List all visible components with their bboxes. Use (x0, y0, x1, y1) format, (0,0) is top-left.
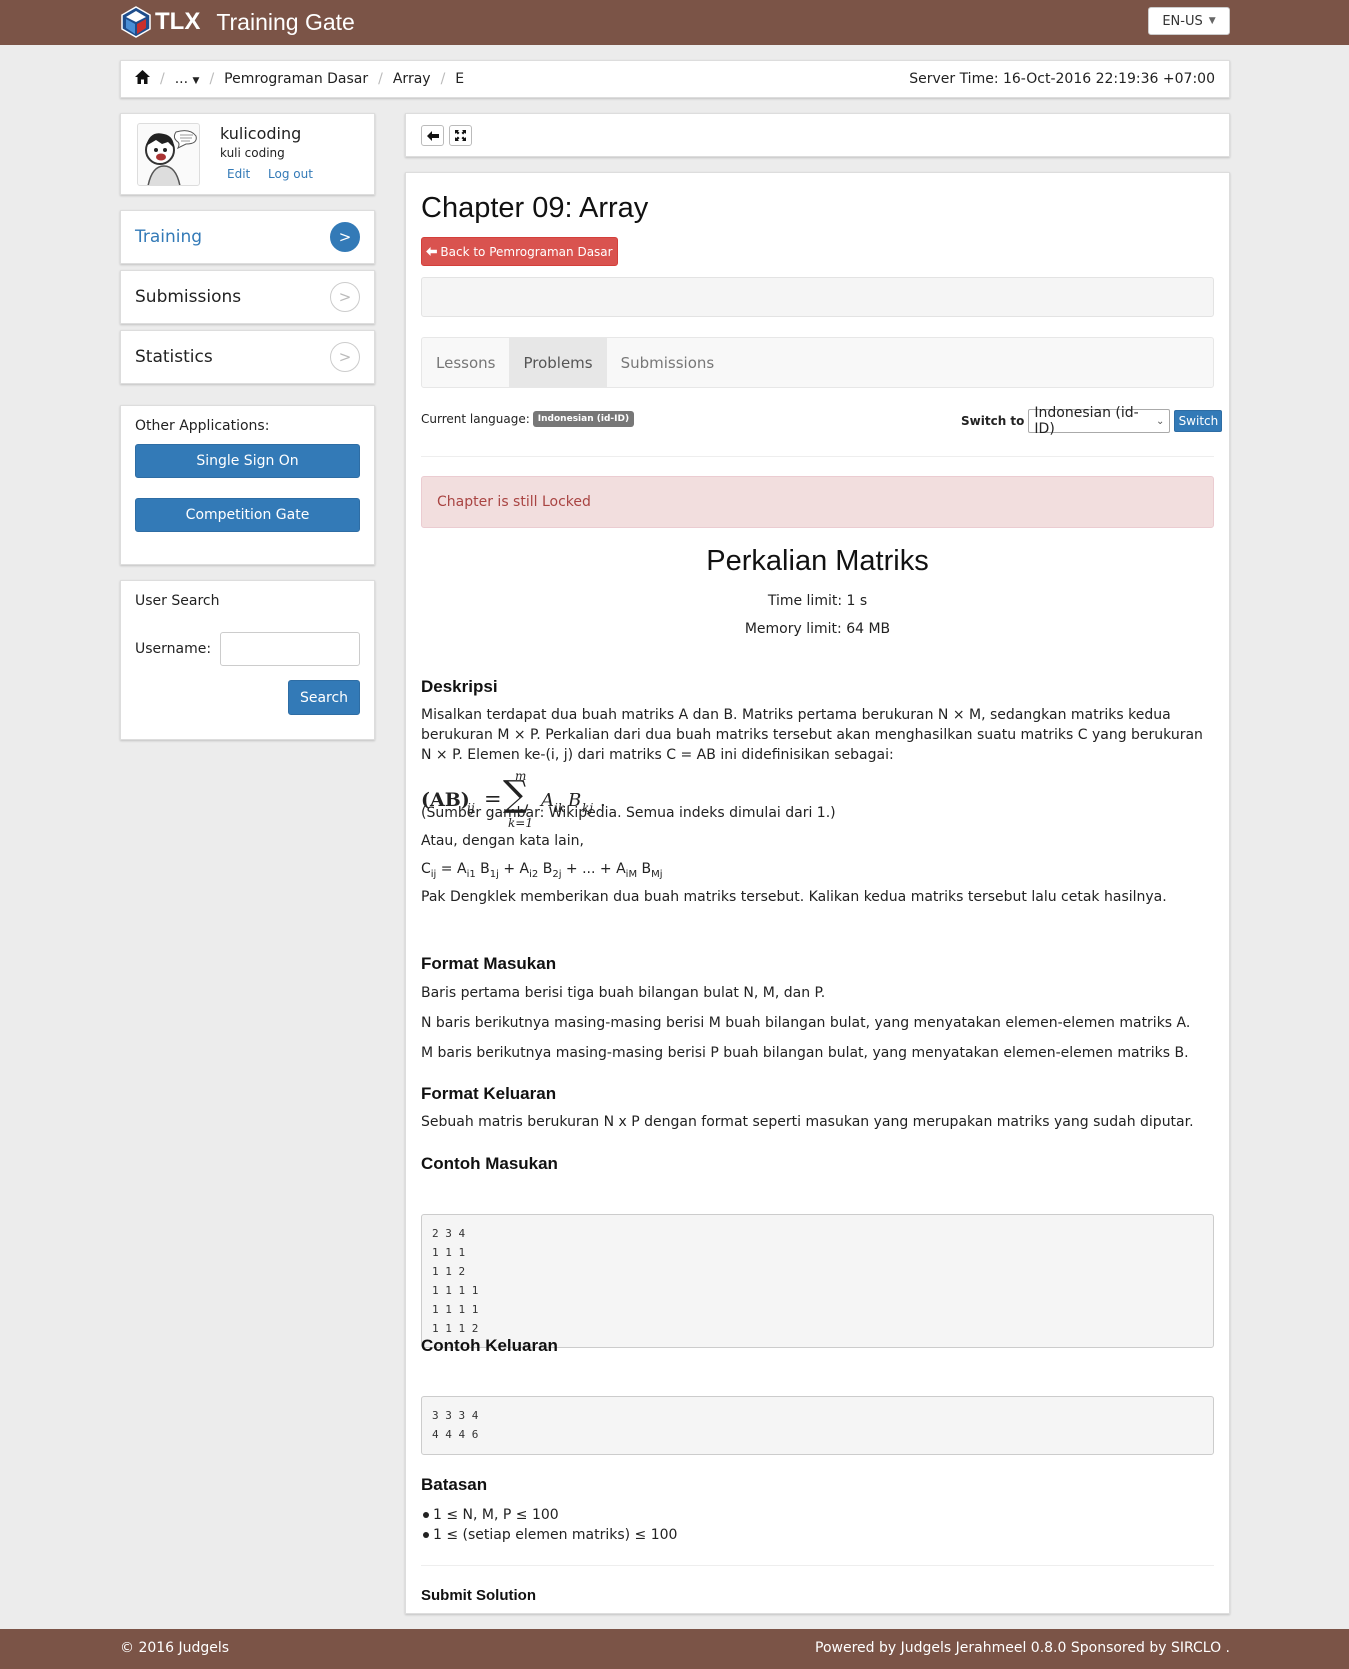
main-content: Chapter 09: Array Back to Pemrograman Da… (405, 172, 1230, 1614)
footer-copyright: © 2016 Judgels (120, 1640, 230, 1656)
input-format-line: Baris pertama berisi tiga buah bilangan … (421, 985, 826, 1001)
chevron-right-icon: > (330, 222, 360, 252)
chapter-title: Chapter 09: Array (421, 192, 649, 224)
current-language: Current language: Indonesian (id-ID) (421, 411, 635, 427)
other-applications-title: Other Applications: (135, 418, 270, 434)
tlx-logo-icon (121, 6, 151, 38)
sidebar-item-training[interactable]: Training > (120, 210, 375, 264)
input-format-heading: Format Masukan (421, 954, 557, 973)
language-switcher: Switch to Indonesian (id-ID) ⌄ Switch (961, 405, 1223, 437)
back-to-course-button[interactable]: Back to Pemrograman Dasar (421, 237, 618, 266)
language-select[interactable]: Indonesian (id-ID) ⌄ (1028, 405, 1171, 437)
language-select-value: Indonesian (id-ID) (1034, 405, 1139, 437)
breadcrumb-separator: / (378, 71, 383, 87)
arrow-left-icon (426, 247, 438, 256)
profile-realname: kuli coding (220, 146, 285, 160)
username-label: Username: (135, 641, 212, 657)
locked-alert: Chapter is still Locked (421, 476, 1214, 528)
back-arrow-button[interactable] (421, 125, 444, 146)
task-text: Pak Dengklek memberikan dua buah matriks… (421, 889, 1167, 905)
time-limit: Time limit: 1 s (767, 593, 868, 609)
chevron-right-icon: > (330, 342, 360, 372)
tab-submissions[interactable]: Submissions (607, 338, 729, 387)
brand-short: TLX (155, 8, 201, 35)
top-navbar: TLX Training Gate EN-US ▼ (0, 0, 1349, 45)
user-search-title: User Search (135, 593, 220, 609)
sidebar-item-label: Training (135, 227, 203, 247)
breadcrumb-item-chapter[interactable]: Array (393, 71, 431, 87)
user-search-panel: User Search Username: Search (120, 580, 375, 740)
problem-title: Perkalian Matriks (706, 545, 929, 577)
divider (421, 1565, 1214, 1566)
sample-input-block: 2 3 4 1 1 1 1 1 2 1 1 1 1 1 1 1 1 1 1 1 … (421, 1214, 1214, 1348)
cij-formula: Cij = Ai1 B1j + Ai2 B2j + ... + AiM BMj (421, 861, 663, 880)
sidebar-item-label: Statistics (135, 347, 213, 367)
description-text: Misalkan terdapat dua buah matriks A dan… (421, 707, 1203, 763)
sample-output-heading: Contoh Keluaran (421, 1336, 558, 1355)
caret-down-icon: ▼ (1208, 16, 1216, 26)
language-label: EN-US (1162, 13, 1203, 29)
caret-down-icon: ▼ (192, 76, 200, 86)
switch-to-label: Switch to (961, 414, 1025, 428)
progress-well (421, 277, 1214, 317)
competition-gate-button[interactable]: Competition Gate (135, 498, 360, 532)
fullscreen-button[interactable] (449, 125, 472, 146)
breadcrumb: / ... ▼ / Pemrograman Dasar / Array / E … (120, 60, 1230, 98)
in-other-words: Atau, dengan kata lain, (421, 833, 584, 849)
switch-language-button[interactable]: Switch (1174, 410, 1223, 432)
input-format-line: M baris berikutnya masing-masing berisi … (421, 1045, 1189, 1061)
memory-limit: Memory limit: 64 MB (744, 621, 891, 637)
breadcrumb-item-course[interactable]: Pemrograman Dasar (224, 71, 368, 87)
submit-solution-heading: Submit Solution (421, 1587, 536, 1604)
profile-panel: kulicoding kuli coding Edit Log out (120, 113, 375, 195)
current-language-badge: Indonesian (id-ID) (532, 411, 635, 427)
content-toolbar (405, 113, 1230, 157)
chapter-tabs: Lessons Problems Submissions (421, 337, 1214, 388)
sidebar-item-submissions[interactable]: Submissions > (120, 270, 375, 324)
output-format-text: Sebuah matris berukuran N x P dengan for… (421, 1114, 1194, 1130)
breadcrumb-more[interactable]: ... ▼ (175, 71, 200, 87)
current-language-label: Current language: (421, 412, 530, 426)
divider (421, 456, 1214, 457)
input-format-line: N baris berikutnya masing-masing berisi … (421, 1015, 1191, 1031)
avatar (137, 123, 200, 186)
list-item: 1 ≤ N, M, P ≤ 100 (421, 1505, 677, 1525)
home-icon[interactable] (135, 70, 150, 88)
sample-output-block: 3 3 3 4 4 4 4 6 (421, 1396, 1214, 1455)
other-applications-panel: Other Applications: Single Sign On Compe… (120, 405, 375, 565)
chevron-right-icon: > (330, 282, 360, 312)
arrow-left-icon (426, 130, 439, 141)
single-sign-on-button[interactable]: Single Sign On (135, 444, 360, 478)
breadcrumb-separator: / (209, 71, 215, 87)
constraints-list: 1 ≤ N, M, P ≤ 100 1 ≤ (setiap elemen mat… (421, 1505, 677, 1545)
edit-profile-link[interactable]: Edit (227, 167, 250, 181)
constraints-heading: Batasan (421, 1475, 488, 1494)
footer: © 2016 Judgels Powered by Judgels Jerahm… (0, 1629, 1349, 1669)
logout-link[interactable]: Log out (268, 167, 313, 181)
fullscreen-icon (455, 130, 466, 141)
source-note: (Sumber gambar: Wikipedia. Semua indeks … (421, 805, 836, 821)
profile-username: kulicoding (220, 124, 302, 143)
sidebar-item-statistics[interactable]: Statistics > (120, 330, 375, 384)
search-button[interactable]: Search (288, 680, 360, 715)
brand[interactable]: TLX Training Gate (120, 4, 355, 40)
server-time: Server Time: 16-Oct-2016 22:19:36 +07:00 (909, 71, 1215, 87)
output-format-heading: Format Keluaran (421, 1084, 557, 1103)
tab-problems[interactable]: Problems (509, 338, 607, 387)
breadcrumb-separator: / (440, 71, 446, 87)
breadcrumb-separator: / (160, 71, 165, 87)
sidebar-item-label: Submissions (135, 287, 242, 307)
back-button-label: Back to Pemrograman Dasar (440, 244, 613, 259)
sample-input-heading: Contoh Masukan (421, 1154, 558, 1173)
list-item: 1 ≤ (setiap elemen matriks) ≤ 100 (421, 1525, 677, 1545)
tab-lessons[interactable]: Lessons (422, 338, 509, 387)
brand-name: Training Gate (216, 8, 355, 35)
breadcrumb-item-problem[interactable]: E (455, 71, 464, 87)
description-heading: Deskripsi (421, 677, 498, 696)
footer-powered-by: Powered by Judgels Jerahmeel 0.8.0 Spons… (815, 1640, 1230, 1656)
language-dropdown[interactable]: EN-US ▼ (1148, 7, 1230, 35)
username-search-input[interactable] (220, 632, 360, 666)
chevron-down-icon: ⌄ (1156, 415, 1165, 427)
